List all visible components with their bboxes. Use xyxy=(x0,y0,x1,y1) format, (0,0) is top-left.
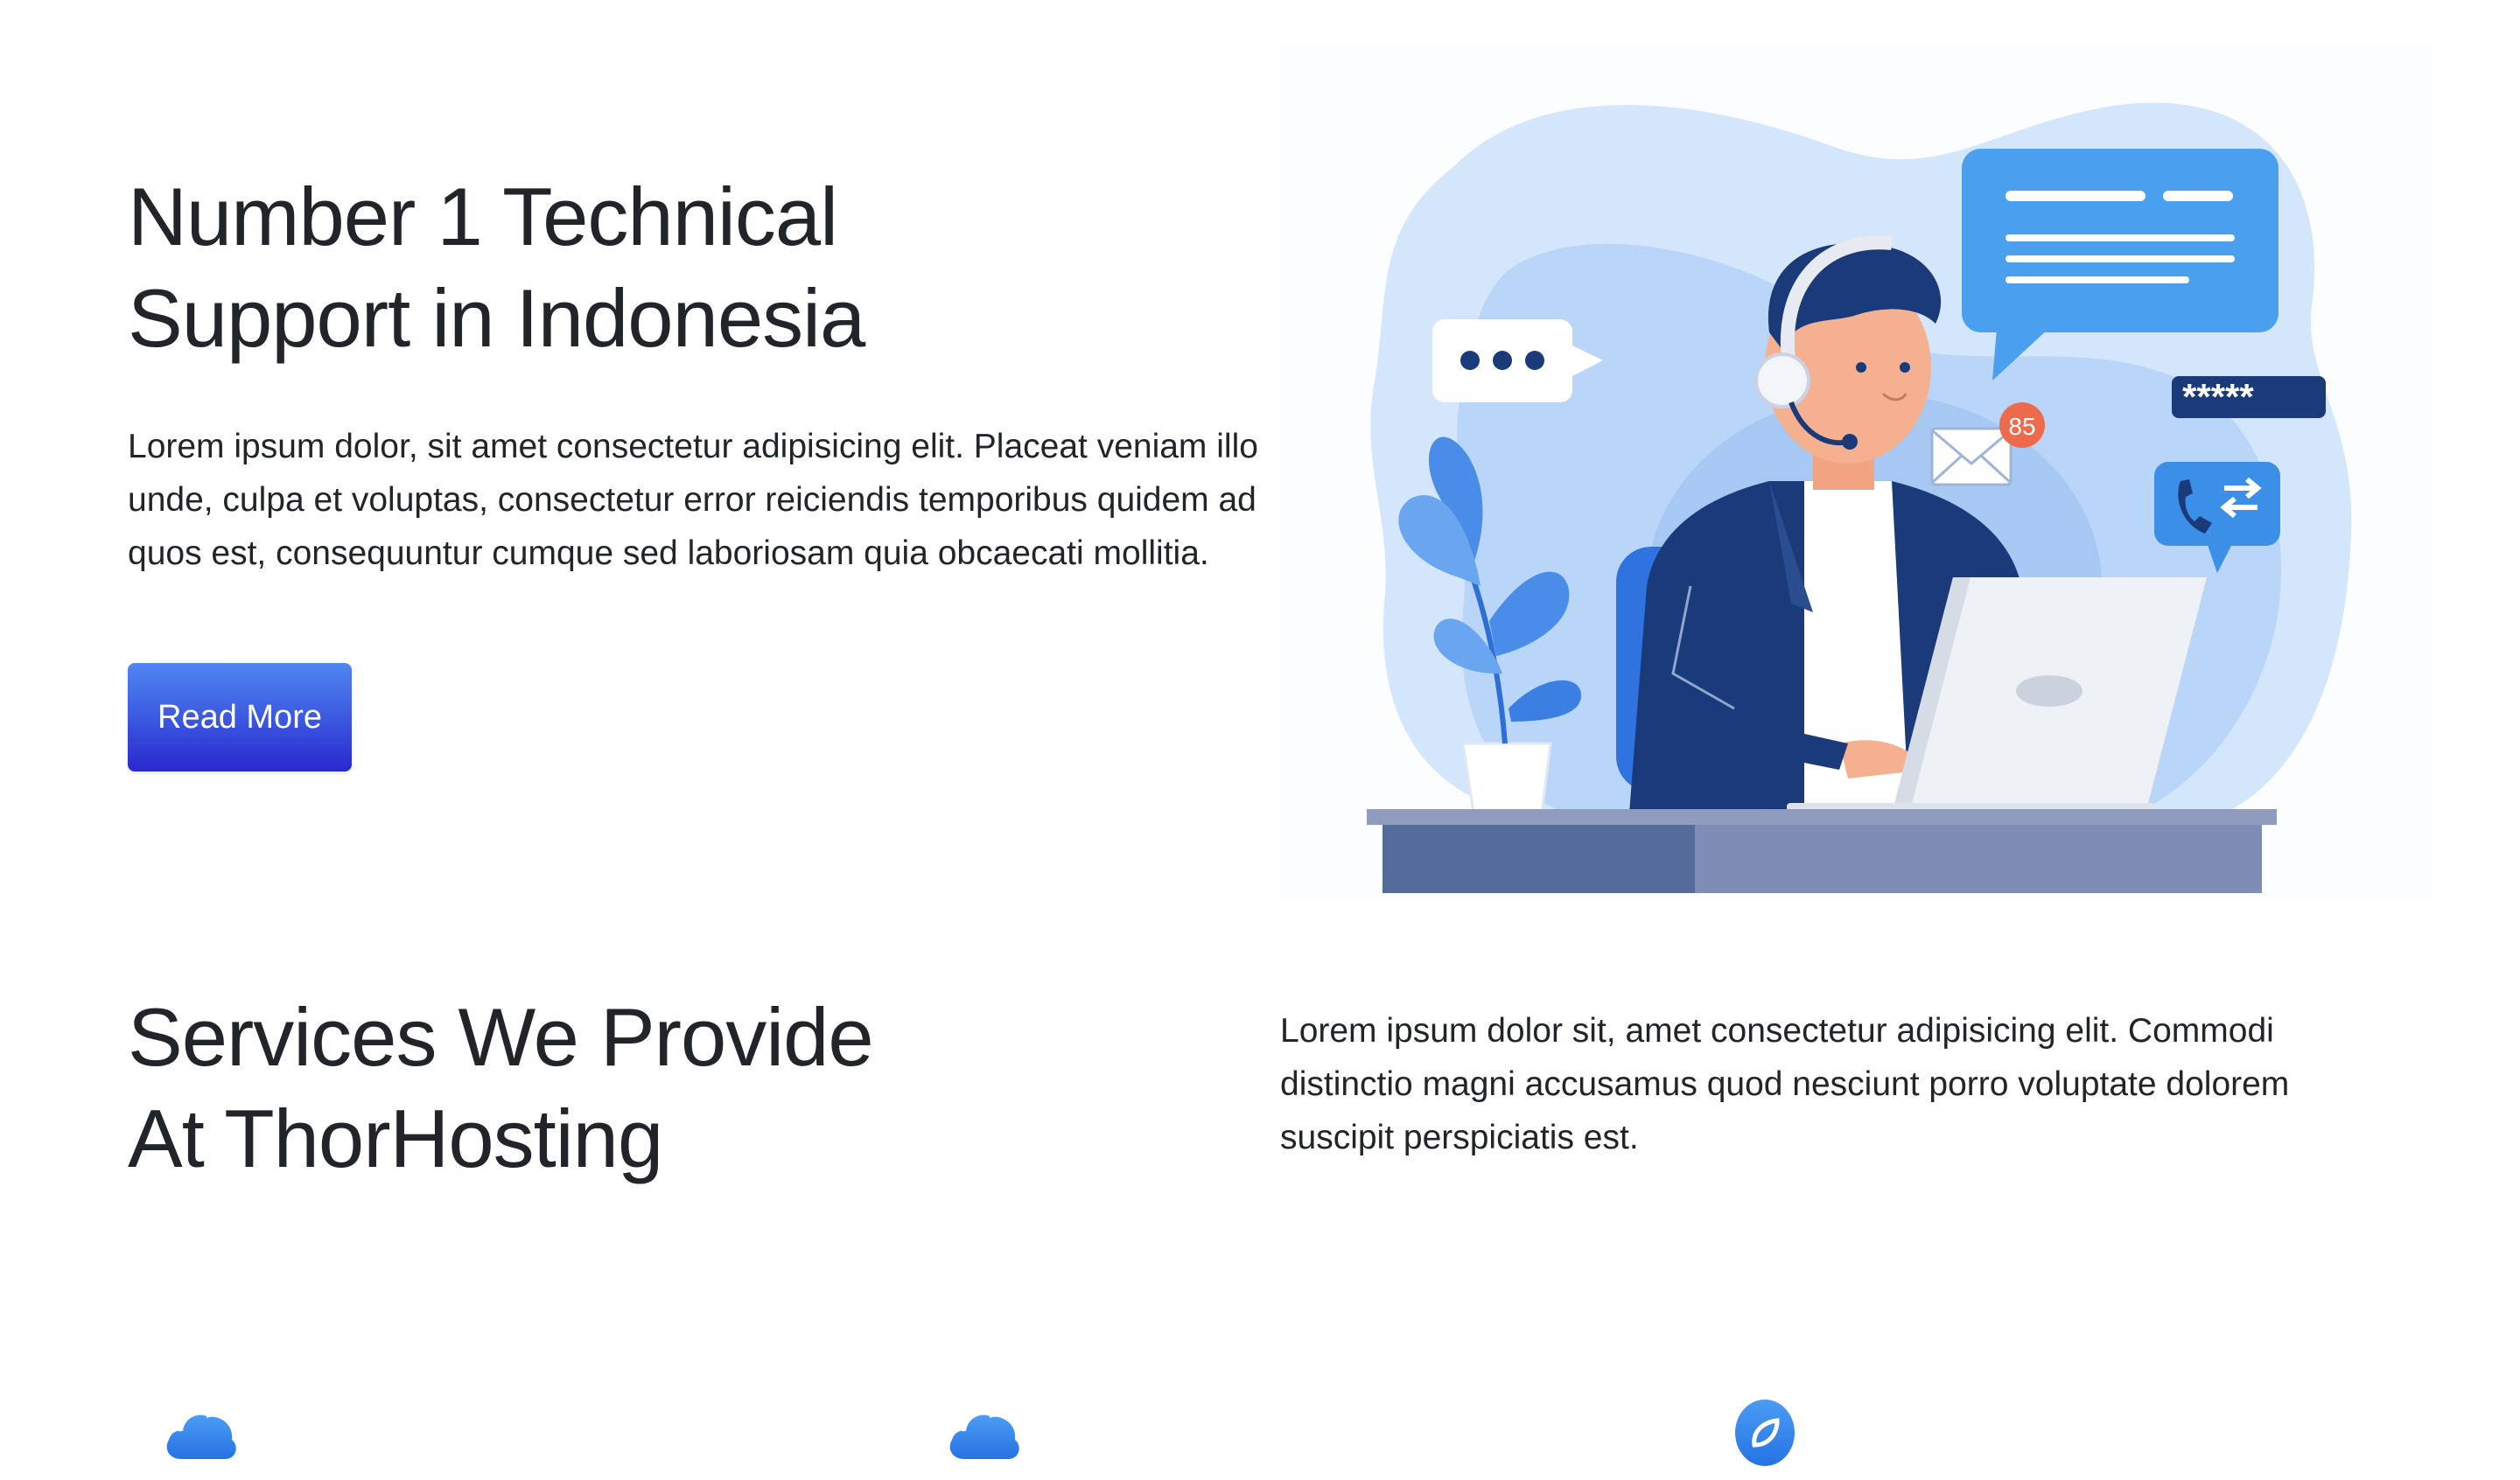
support-agent-image: ***** 85 xyxy=(1367,102,2352,893)
read-more-button[interactable]: Read More xyxy=(128,663,352,771)
leaf-icon xyxy=(1728,1391,1807,1470)
cloud-icon xyxy=(162,1391,241,1470)
services-description: Lorem ipsum dolor sit, amet consectetur … xyxy=(1280,1012,2290,1156)
password-mask: ***** xyxy=(2182,376,2254,417)
page: Number 1 Technical Support in Indonesia … xyxy=(0,0,2520,1480)
hero-title-line2: Support in Indonesia xyxy=(128,272,865,364)
customer-support-illustration: ***** 85 xyxy=(1279,44,2432,901)
services-title: Services We Provide At ThorHosting xyxy=(128,987,1178,1190)
hero-description: Lorem ipsum dolor, sit amet consectetur … xyxy=(128,428,1258,572)
cloud-icon xyxy=(945,1391,1024,1470)
hero-section: Number 1 Technical Support in Indonesia … xyxy=(128,166,1283,580)
hero-title-line1: Number 1 Technical xyxy=(128,171,838,262)
services-title-line2: At ThorHosting xyxy=(128,1093,663,1184)
services-title-line1: Services We Provide xyxy=(128,991,874,1083)
hero-title: Number 1 Technical Support in Indonesia xyxy=(128,166,1283,369)
mail-badge-count: 85 xyxy=(2008,413,2035,440)
